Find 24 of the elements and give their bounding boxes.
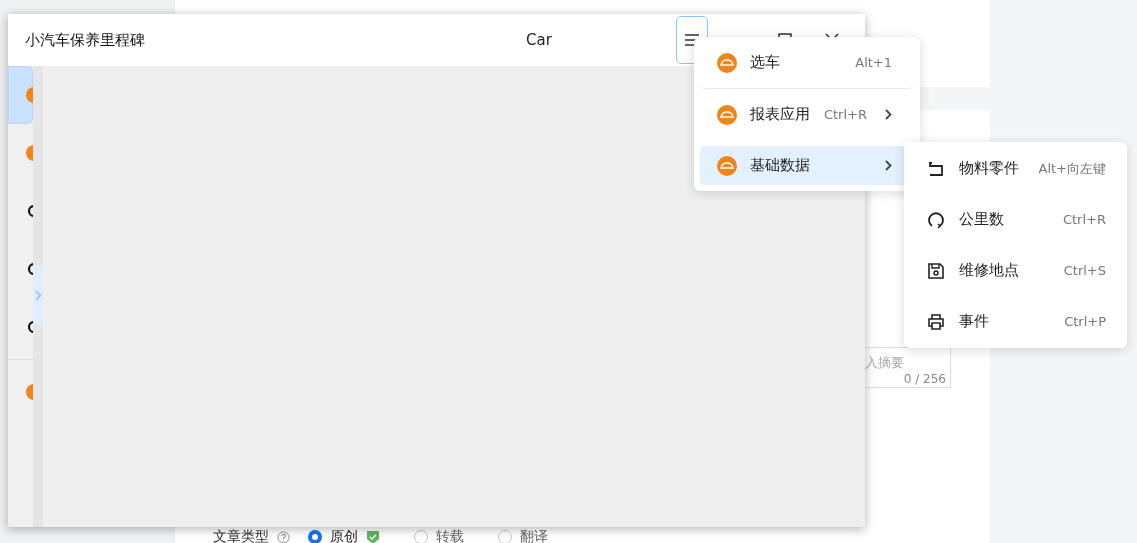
chevron-right-icon [885,109,892,120]
help-icon [277,530,290,543]
radio-label[interactable]: 转载 [436,528,464,543]
menu-item[interactable]: 选车 Alt+1 [700,37,914,89]
menu-item[interactable]: 报表应用 Ctrl+R [700,89,914,140]
field-label: 文章类型 [213,528,269,543]
chevron-right-icon [885,160,892,171]
placeholder-text: 入摘要 [865,354,905,372]
chevron-right-icon [34,290,42,301]
radio-label[interactable]: 翻译 [520,528,548,543]
radio-button[interactable] [308,530,322,543]
save-icon [927,261,945,280]
radio-label[interactable]: 原创 [330,528,358,543]
refresh-icon [927,210,945,229]
radio-button[interactable] [498,530,512,543]
print-icon [927,312,945,331]
radio-button[interactable] [414,530,428,543]
menu-item[interactable]: 公里数 Ctrl+R [904,194,1127,245]
menu-item[interactable]: 事件 Ctrl+P [904,296,1127,347]
menu-item[interactable]: 维修地点 Ctrl+S [904,245,1127,296]
window-title: 小汽车保养里程碑 [25,30,145,50]
character-counter: 0 / 256 [903,372,946,386]
sidebar-item[interactable] [8,66,33,124]
window-subtitle: Car [526,31,552,49]
